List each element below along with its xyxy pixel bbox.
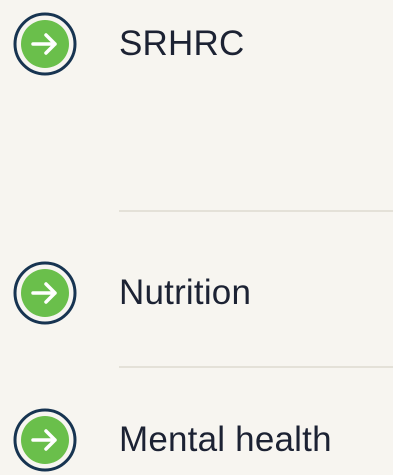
topic-link-srhrc[interactable]: SRHRC xyxy=(0,9,393,79)
divider xyxy=(119,210,393,212)
topic-link-mental-health[interactable]: Mental health xyxy=(0,405,393,475)
arrow-right-circle-icon xyxy=(10,9,80,79)
topic-label: SRHRC xyxy=(119,24,245,63)
arrow-right-circle-icon xyxy=(10,405,80,475)
divider xyxy=(119,366,393,368)
topic-label: Nutrition xyxy=(119,273,252,312)
arrow-right-circle-icon xyxy=(10,258,80,328)
topic-label: Mental health xyxy=(119,420,332,459)
topic-link-nutrition[interactable]: Nutrition xyxy=(0,258,393,328)
